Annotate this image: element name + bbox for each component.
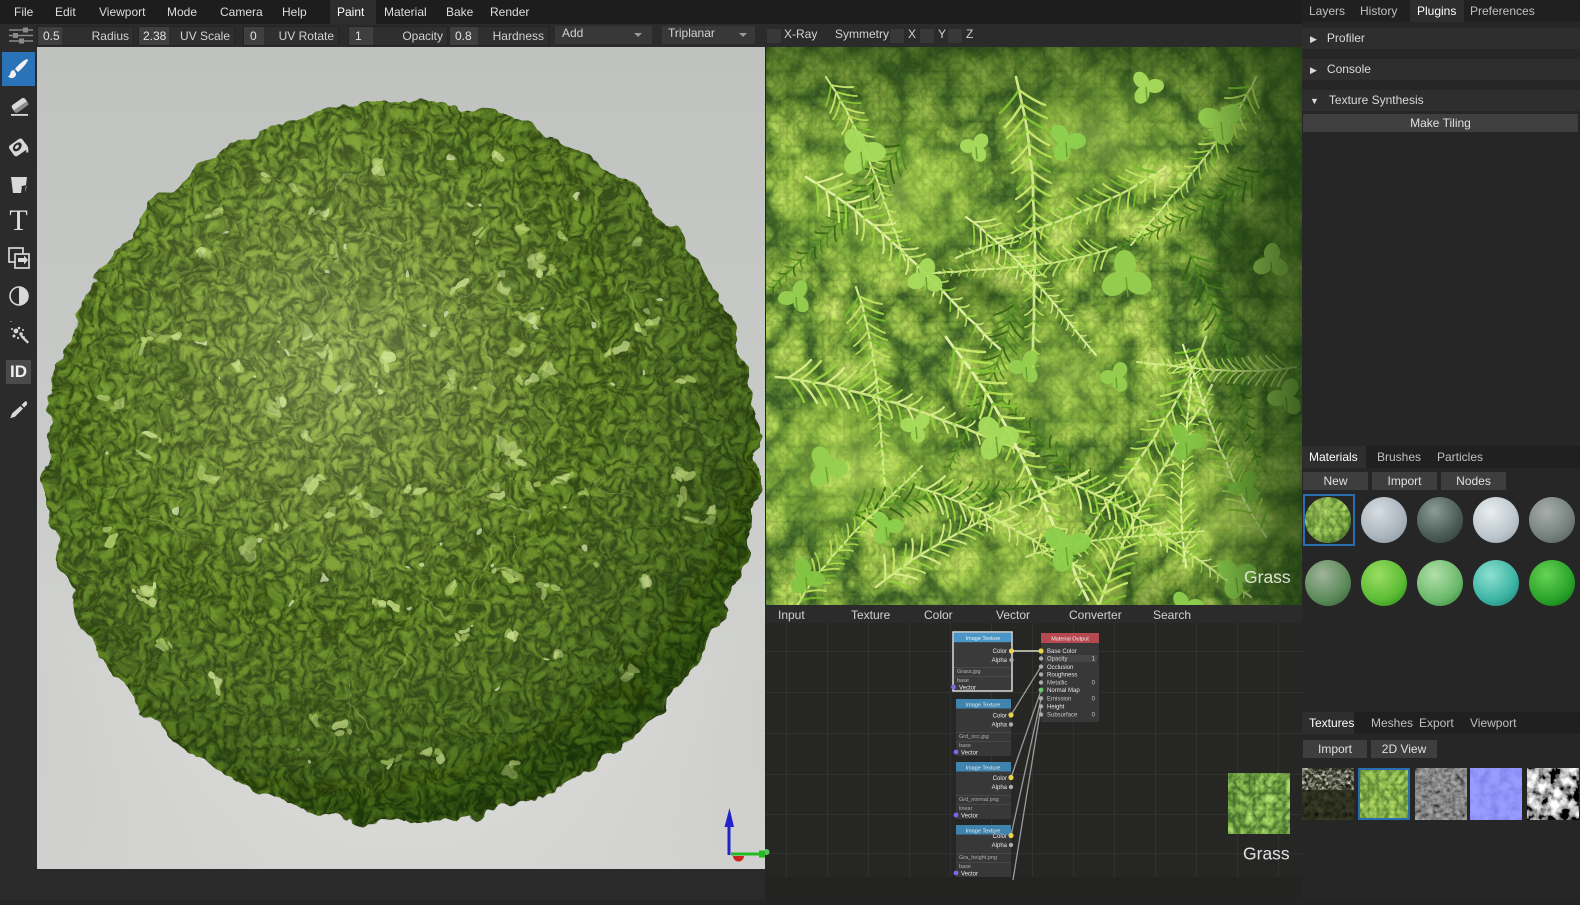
svg-text:Image Texture: Image Texture [966,766,1001,772]
svg-text:Grass.jpg: Grass.jpg [957,669,981,675]
svg-text:Base Color: Base Color [1047,649,1077,655]
svg-text:Alpha: Alpha [992,723,1008,729]
svg-text:Image Texture: Image Texture [966,703,1001,709]
svg-text:Alpha: Alpha [992,843,1008,849]
svg-text:Gra_height.png: Gra_height.png [959,855,997,861]
svg-text:Normal Map: Normal Map [1047,688,1080,694]
svg-text:Height: Height [1047,705,1065,711]
svg-text:Occlusion: Occlusion [1047,665,1073,671]
svg-text:Color: Color [993,776,1007,782]
svg-text:Color: Color [993,714,1007,720]
svg-text:Vector: Vector [961,814,978,820]
svg-text:Grd_normal.png: Grd_normal.png [959,797,999,803]
svg-text:Vector: Vector [961,872,978,878]
svg-text:Color: Color [993,834,1007,840]
svg-text:Alpha: Alpha [992,658,1008,664]
svg-text:Color: Color [993,649,1007,655]
svg-text:Grass: Grass [1243,844,1290,864]
svg-text:Roughness: Roughness [1047,673,1077,679]
svg-text:Material Output: Material Output [1051,637,1089,643]
svg-text:Subsurface: Subsurface [1047,713,1078,719]
svg-text:base: base [959,743,971,749]
svg-text:Opacity: Opacity [1047,657,1067,663]
svg-text:Grass: Grass [1244,567,1291,587]
svg-text:base: base [959,864,971,870]
svg-text:Alpha: Alpha [992,785,1008,791]
svg-text:Emission: Emission [1047,697,1071,703]
svg-text:base: base [957,678,969,684]
svg-text:Image Texture: Image Texture [966,636,1001,642]
svg-text:Vector: Vector [959,686,976,692]
svg-text:Metallic: Metallic [1047,681,1067,687]
svg-text:linear: linear [959,806,973,812]
svg-text:Grd_occ.jpg: Grd_occ.jpg [959,734,989,740]
svg-text:Vector: Vector [961,751,978,757]
